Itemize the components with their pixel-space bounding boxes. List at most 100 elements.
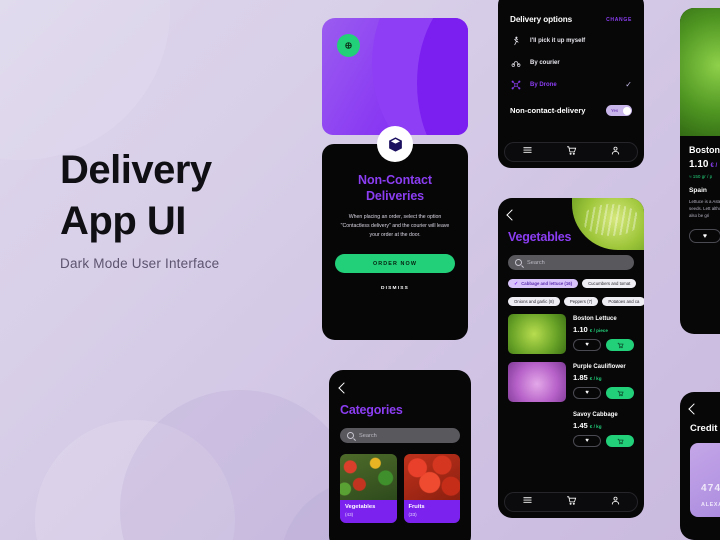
list-icon[interactable] xyxy=(522,493,533,511)
card-number: 4747 xyxy=(701,483,720,494)
chip-label: Onions and garlic (8) xyxy=(514,299,554,304)
bottom-nav xyxy=(504,142,638,162)
price-unit: € / kg xyxy=(589,376,602,381)
promo-title-line-2: Deliveries xyxy=(365,189,425,203)
chip-label: Peppers (7) xyxy=(569,299,593,304)
product-price: 1.85 € / kg xyxy=(573,373,634,382)
non-contact-toggle[interactable]: Yes xyxy=(606,105,632,116)
filter-chip-peppers[interactable]: Peppers (7) xyxy=(563,297,599,306)
location-label: Latvia xyxy=(498,0,644,2)
search-placeholder: Search xyxy=(527,259,545,266)
category-image xyxy=(340,454,397,500)
order-now-button[interactable]: ORDER NOW xyxy=(335,254,455,274)
filter-chip-onions[interactable]: Onions and garlic (8) xyxy=(508,297,560,306)
favorite-button[interactable]: ♥ xyxy=(573,435,602,447)
filter-chip-cabbage[interactable]: ✓ Cabbage and lettuce (16) xyxy=(508,279,579,288)
profile-icon[interactable] xyxy=(610,493,621,511)
package-icon xyxy=(377,126,413,162)
bg-cloud-center xyxy=(120,390,360,540)
walking-person-icon xyxy=(510,35,521,46)
product-detail-price: 1.10 € / xyxy=(689,159,720,170)
hero-block: Delivery App UI Dark Mode User Interface xyxy=(60,145,340,271)
option-label: I'll pick it up myself xyxy=(530,37,586,44)
product-price: 1.10 € / piece xyxy=(573,325,634,334)
product-name: Savoy Cabbage xyxy=(573,412,618,418)
chip-label: Cucumbers and tomat xyxy=(588,281,631,286)
option-label: By courier xyxy=(530,59,560,66)
non-contact-delivery-row: Non-contact-delivery Yes xyxy=(498,105,644,116)
product-row-savoy-cabbage[interactable]: Savoy Cabbage 1.45 € / kg ♥ xyxy=(508,410,634,450)
bg-cloud-left xyxy=(35,420,235,540)
promo-hero-banner xyxy=(322,18,468,135)
price-value: 1.10 xyxy=(689,159,709,170)
price-value: 1.85 xyxy=(573,373,588,382)
promo-title-line-1: Non-Contact xyxy=(358,173,432,187)
price-unit: € / piece xyxy=(589,328,608,333)
cart-icon[interactable] xyxy=(566,493,577,511)
check-icon: ✓ xyxy=(514,280,519,287)
category-count: (33) xyxy=(408,512,417,517)
search-input[interactable]: Search xyxy=(508,255,634,270)
vegetables-title: Vegetables xyxy=(508,230,572,244)
product-detail-name: Boston xyxy=(689,145,720,155)
dismiss-button[interactable]: DISMISS xyxy=(335,286,455,291)
price-unit: € / kg xyxy=(589,424,602,429)
filter-chip-cucumbers[interactable]: Cucumbers and tomat xyxy=(582,279,637,288)
category-count: (43) xyxy=(345,512,354,517)
toggle-knob xyxy=(622,106,631,115)
product-image xyxy=(508,362,566,402)
credit-card[interactable]: 4747 ALEXAN xyxy=(690,443,720,517)
back-chevron-icon[interactable] xyxy=(506,209,518,221)
add-to-cart-button[interactable] xyxy=(606,387,634,399)
price-value: 1.45 xyxy=(573,421,588,430)
list-icon[interactable] xyxy=(522,143,533,161)
phone-vegetables: Vegetables Search ✓ Cabbage and lettuce … xyxy=(498,198,644,518)
category-name: Fruits xyxy=(408,504,425,510)
product-image xyxy=(508,314,566,354)
search-input[interactable]: Search xyxy=(340,428,460,443)
profile-icon[interactable] xyxy=(610,143,621,161)
phone-delivery-options: Latvia Delivery options CHANGE I'll pick… xyxy=(498,0,644,168)
product-name: Purple Cauliflower xyxy=(573,364,626,370)
toggle-value: Yes xyxy=(611,108,619,113)
product-description: Lettuce is a Asteraceae vegetable, seeds… xyxy=(689,199,720,219)
chip-label: Cabbage and lettuce (16) xyxy=(521,281,573,286)
back-chevron-icon[interactable] xyxy=(688,403,700,415)
product-row-boston-lettuce[interactable]: Boston Lettuce 1.10 € / piece ♥ xyxy=(508,314,634,354)
bg-circle-top xyxy=(0,0,170,160)
favorite-button[interactable]: ♥ xyxy=(573,387,602,399)
category-name: Vegetables xyxy=(345,504,376,510)
cart-icon[interactable] xyxy=(566,143,577,161)
add-to-cart-button[interactable] xyxy=(606,339,634,351)
favorite-button[interactable]: ♥ xyxy=(573,339,602,351)
delivery-option-drone[interactable]: By Drone ✓ xyxy=(498,79,644,90)
bottom-nav xyxy=(504,492,638,512)
option-label: By Drone xyxy=(530,81,557,88)
check-icon: ✓ xyxy=(625,79,632,89)
delivery-option-pickup[interactable]: I'll pick it up myself xyxy=(498,35,644,46)
credit-card-title: Credit / xyxy=(690,423,720,434)
product-image xyxy=(508,410,566,450)
filter-chip-row-2: Onions and garlic (8) Peppers (7) Potato… xyxy=(508,297,644,306)
delivery-option-courier[interactable]: By courier xyxy=(498,57,644,68)
category-card-vegetables[interactable]: Vegetables (43) xyxy=(340,454,397,523)
page-subtitle: Dark Mode User Interface xyxy=(60,256,220,272)
card-holder-name: ALEXAN xyxy=(701,502,720,508)
back-chevron-icon[interactable] xyxy=(338,382,350,394)
filter-chip-potatoes[interactable]: Potatoes and ca xyxy=(602,297,644,306)
price-unit: € / xyxy=(710,163,718,169)
change-link[interactable]: CHANGE xyxy=(606,17,632,23)
delivery-options-title: Delivery options xyxy=(510,15,573,24)
product-row-purple-cauliflower[interactable]: Purple Cauliflower 1.85 € / kg ♥ xyxy=(508,362,634,402)
product-name: Boston Lettuce xyxy=(573,316,617,322)
search-icon xyxy=(515,259,522,266)
product-weight: ≈ 150 gr / p xyxy=(689,174,713,179)
page-title: Delivery App UI xyxy=(60,145,340,247)
favorite-button[interactable]: ♥ xyxy=(689,229,720,244)
promo-card: Non-Contact Deliveries When placing an o… xyxy=(322,126,468,340)
category-card-fruits[interactable]: Fruits (33) xyxy=(403,454,460,523)
category-grid: Vegetables (43) Fruits (33) xyxy=(340,454,460,523)
add-to-cart-button[interactable] xyxy=(606,435,634,447)
chip-label: Potatoes and ca xyxy=(608,299,640,304)
filter-chip-row-1: ✓ Cabbage and lettuce (16) Cucumbers and… xyxy=(508,279,637,288)
